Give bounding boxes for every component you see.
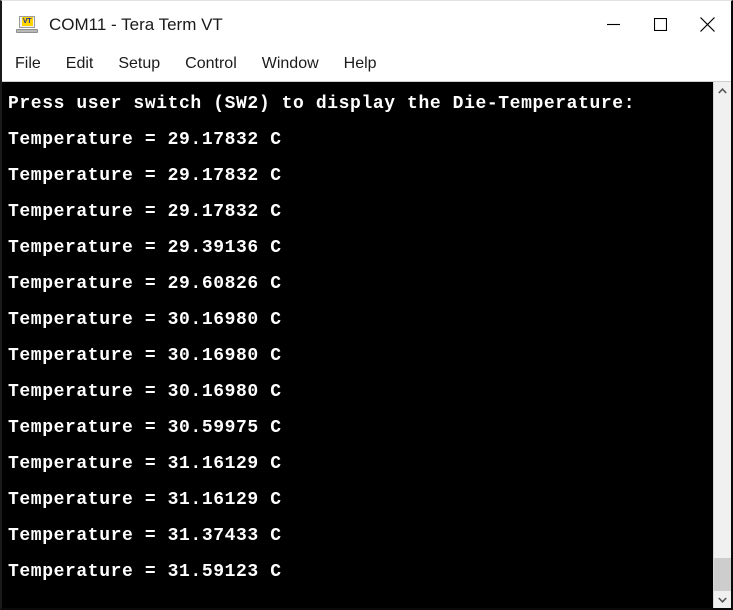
menu-item-help[interactable]: Help	[344, 53, 388, 76]
menu-item-file[interactable]: File	[15, 53, 52, 76]
minimize-button[interactable]	[590, 1, 637, 48]
title-bar-left: VT COM11 - Tera Term VT	[2, 1, 223, 48]
menu-bar: File Edit Setup Control Window Help	[2, 48, 731, 82]
terminal-vt-icon: VT	[16, 15, 38, 35]
scroll-up-button[interactable]	[714, 82, 731, 99]
terminal-reading-line: Temperature = 31.16129 C	[8, 454, 282, 474]
icon-screen: VT	[19, 15, 35, 28]
minimize-icon	[607, 23, 620, 26]
title-bar[interactable]: VT COM11 - Tera Term VT	[2, 1, 731, 48]
window-controls	[590, 1, 731, 48]
terminal-reading-line: Temperature = 31.16129 C	[8, 490, 282, 510]
terminal-reading-line: Temperature = 31.59123 C	[8, 562, 282, 582]
terminal-reading-line: Temperature = 29.60826 C	[8, 274, 282, 294]
terminal-area: Press user switch (SW2) to display the D…	[2, 82, 731, 608]
menu-item-setup[interactable]: Setup	[118, 53, 171, 76]
terminal-reading-line: Temperature = 29.17832 C	[8, 130, 282, 150]
terminal-prompt-line: Press user switch (SW2) to display the D…	[8, 94, 636, 114]
maximize-icon	[654, 18, 667, 31]
icon-vt-label: VT	[21, 17, 33, 26]
window-title: COM11 - Tera Term VT	[49, 14, 223, 34]
menu-item-edit[interactable]: Edit	[66, 53, 105, 76]
terminal-reading-line: Temperature = 31.37433 C	[8, 526, 282, 546]
vertical-scrollbar[interactable]	[713, 82, 731, 608]
scroll-down-button[interactable]	[714, 591, 731, 608]
terminal-reading-line: Temperature = 29.17832 C	[8, 166, 282, 186]
terminal-reading-line: Temperature = 30.16980 C	[8, 346, 282, 366]
terminal-reading-line: Temperature = 30.16980 C	[8, 310, 282, 330]
close-button[interactable]	[684, 1, 731, 48]
tera-term-window: VT COM11 - Tera Term VT File Edit Setup …	[0, 0, 733, 610]
terminal-reading-line: Temperature = 29.39136 C	[8, 238, 282, 258]
maximize-button[interactable]	[637, 1, 684, 48]
scrollbar-track[interactable]	[714, 99, 731, 591]
terminal-output[interactable]: Press user switch (SW2) to display the D…	[2, 82, 713, 608]
terminal-reading-line: Temperature = 30.59975 C	[8, 418, 282, 438]
terminal-reading-line: Temperature = 29.17832 C	[8, 202, 282, 222]
chevron-down-icon	[718, 596, 727, 603]
close-icon	[700, 17, 715, 32]
menu-item-window[interactable]: Window	[262, 53, 330, 76]
scrollbar-thumb[interactable]	[714, 558, 731, 591]
terminal-reading-line: Temperature = 30.16980 C	[8, 382, 282, 402]
menu-item-control[interactable]: Control	[185, 53, 248, 76]
chevron-up-icon	[718, 87, 727, 94]
icon-base	[16, 28, 38, 33]
